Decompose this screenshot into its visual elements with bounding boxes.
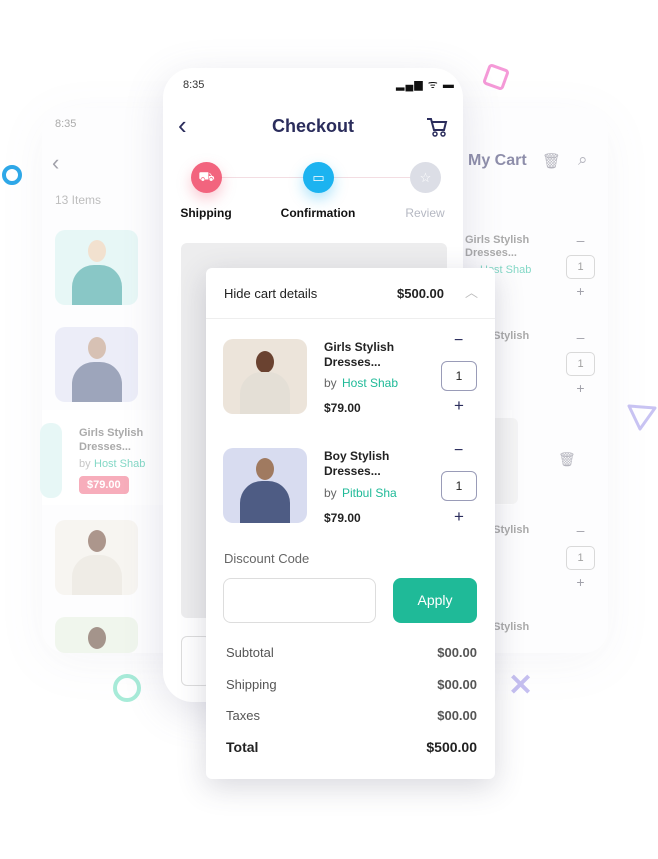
page-title: Checkout — [271, 116, 354, 136]
quantity-input[interactable]: 1 — [441, 471, 477, 501]
product-image — [55, 617, 138, 653]
decor-ring-blue — [2, 165, 22, 185]
decrement-button[interactable]: – — [566, 329, 595, 345]
items-count: 13 Items — [55, 193, 102, 207]
status-icons: ▂▄▆ ᯤ ▬ — [396, 79, 455, 91]
discount-label: Discount Code — [224, 551, 310, 566]
search-icon[interactable]: ⌕ — [578, 150, 588, 170]
item-name: Dresses... — [324, 355, 381, 369]
header-total: $500.00 — [397, 286, 444, 301]
item-name: Girls Stylish — [79, 427, 144, 439]
chevron-up-icon[interactable]: ︿ — [465, 282, 478, 301]
subtotal-label: Subtotal — [226, 645, 274, 660]
quantity-input[interactable]: 1 — [566, 352, 595, 376]
seller-link[interactable]: Pitbul Sha — [342, 486, 397, 500]
toggle-label: Hide cart details — [224, 286, 318, 301]
decrement-button[interactable]: – — [566, 232, 595, 248]
increment-button[interactable]: + — [454, 396, 464, 416]
step-review[interactable]: ☆ — [410, 162, 441, 193]
step-label: Shipping — [180, 206, 232, 220]
seller-link[interactable]: Host Shab — [342, 376, 398, 390]
truck-icon: ⛟ — [198, 168, 215, 184]
shipping-value: $00.00 — [437, 677, 477, 692]
item-name: Dresses... — [324, 464, 381, 478]
star-icon: ☆ — [419, 169, 432, 185]
price-badge: $79.00 — [79, 476, 129, 494]
decrement-button[interactable]: – — [566, 522, 595, 538]
quantity-input[interactable]: 1 — [566, 546, 595, 570]
total-label: Total — [226, 739, 259, 755]
product-image — [55, 520, 138, 595]
by-label: by — [324, 376, 337, 390]
shipping-label: Shipping — [226, 677, 277, 692]
product-image — [223, 448, 307, 523]
status-time: 8:35 — [55, 118, 77, 130]
decor-square-pink — [481, 62, 511, 92]
taxes-value: $00.00 — [437, 708, 477, 723]
trash-icon[interactable]: 🗑 — [542, 152, 561, 170]
item-name: Boy Stylish — [324, 449, 390, 463]
status-time: 8:35 — [183, 79, 205, 91]
increment-button[interactable]: + — [454, 507, 464, 527]
step-shipping[interactable]: ⛟ — [191, 162, 222, 193]
discount-code-input[interactable] — [223, 578, 376, 623]
decrement-button[interactable]: − — [454, 442, 463, 460]
product-image — [223, 339, 307, 414]
step-label: Review — [405, 206, 445, 220]
taxes-label: Taxes — [226, 708, 260, 723]
cart-toggle[interactable]: Hide cart details $500.00 ︿ — [206, 268, 495, 319]
trash-icon[interactable]: 🗑 — [558, 451, 576, 468]
seller-link[interactable]: Host Shab — [94, 458, 145, 470]
step-label: Confirmation — [280, 206, 356, 220]
item-price: $79.00 — [324, 511, 361, 525]
quantity-input[interactable]: 1 — [566, 255, 595, 279]
total-row: Total $500.00 — [226, 739, 477, 755]
product-image — [40, 423, 62, 498]
by-label: by — [79, 458, 91, 470]
increment-button[interactable]: + — [566, 574, 595, 590]
cart-icon[interactable] — [426, 117, 448, 137]
subtotal-value: $00.00 — [437, 645, 477, 660]
decor-x-mark: ✕ — [508, 669, 534, 702]
item-name: Girls Stylish — [465, 234, 530, 246]
product-image — [55, 327, 138, 402]
decor-ring-mint — [113, 674, 141, 702]
apply-button[interactable]: Apply — [393, 578, 477, 623]
subtotal-row: Subtotal $00.00 — [226, 645, 477, 660]
shipping-row: Shipping $00.00 — [226, 677, 477, 692]
item-price: $79.00 — [324, 401, 361, 415]
decrement-button[interactable]: − — [454, 332, 463, 350]
by-label: by — [324, 486, 337, 500]
total-value: $500.00 — [426, 739, 477, 755]
item-name: Girls Stylish — [324, 340, 395, 354]
decor-triangle — [627, 404, 657, 431]
quantity-input[interactable]: 1 — [441, 361, 477, 391]
taxes-row: Taxes $00.00 — [226, 708, 477, 723]
item-name: Dresses... — [465, 247, 517, 259]
product-image — [55, 230, 138, 305]
back-icon[interactable]: ‹ — [52, 150, 59, 176]
step-confirmation[interactable]: ▭ — [303, 162, 334, 193]
increment-button[interactable]: + — [566, 283, 595, 299]
cart-details-card: Hide cart details $500.00 ︿ Girls Stylis… — [206, 268, 495, 779]
increment-button[interactable]: + — [566, 380, 595, 396]
card-icon: ▭ — [312, 169, 325, 185]
screen-title: My Cart — [468, 152, 527, 169]
item-name: Dresses... — [79, 441, 131, 453]
